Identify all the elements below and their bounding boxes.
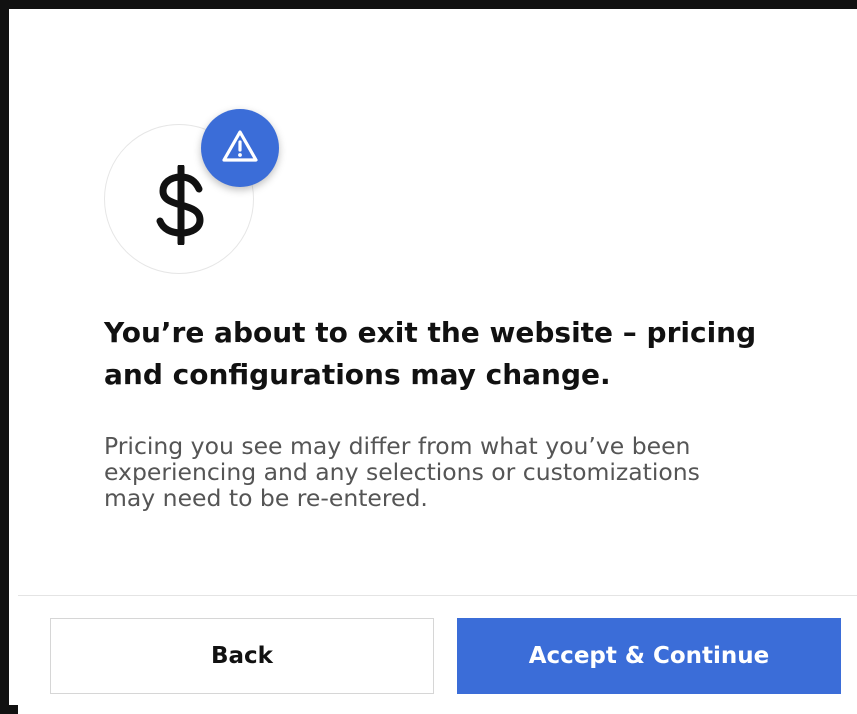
- dollar-sign-icon: [156, 165, 204, 245]
- back-button[interactable]: Back: [50, 618, 434, 694]
- exit-warning-dialog: You’re about to exit the website – prici…: [18, 18, 857, 714]
- warning-badge: [201, 109, 279, 187]
- dialog-body-text: Pricing you see may differ from what you…: [104, 432, 700, 512]
- icon-group: [104, 109, 279, 274]
- accept-continue-button[interactable]: Accept & Continue: [457, 618, 841, 694]
- footer-divider: [18, 595, 857, 596]
- window-frame: You’re about to exit the website – prici…: [0, 0, 857, 714]
- warning-triangle-icon: [222, 130, 258, 162]
- dialog-headline: You’re about to exit the website – prici…: [104, 316, 757, 391]
